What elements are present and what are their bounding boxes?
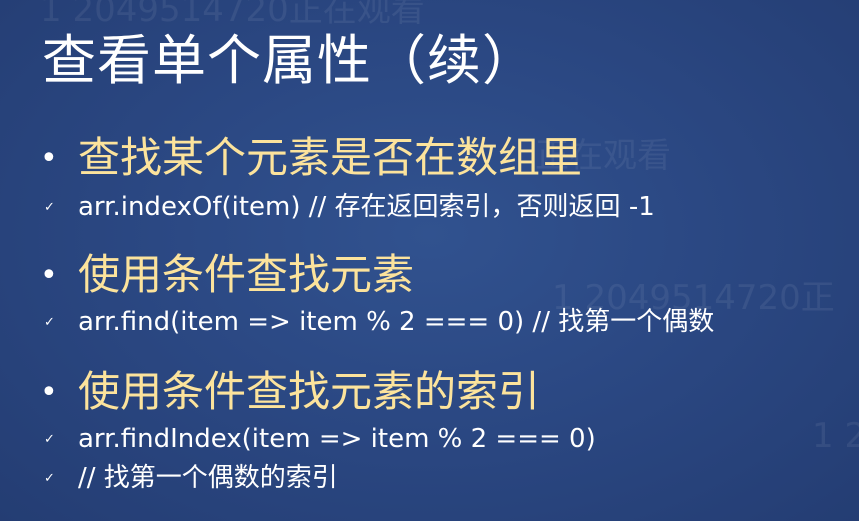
code-comment: // 找第一个偶数的索引 [78,463,338,493]
bullet-item: • 查找某个元素是否在数组里 [40,132,582,184]
sub-item: ✓ arr.find(item => item % 2 === 0) // 找第… [44,305,714,339]
slide-title: 查看单个属性（续） [42,29,537,92]
check-icon: ✓ [44,314,55,330]
bullet-dot-icon: • [40,257,58,293]
check-icon: ✓ [44,470,55,486]
code-line: arr.findIndex(item => item % 2 === 0) [78,424,596,454]
check-icon: ✓ [44,199,55,215]
bullet-text: 查找某个元素是否在数组里 [78,133,583,182]
code-line: arr.indexOf(item) // 存在返回索引，否则返回 -1 [78,192,655,222]
sub-item: ✓ arr.findIndex(item => item % 2 === 0) [44,422,596,456]
bullet-item: • 使用条件查找元素的索引 [40,366,540,418]
code-line: arr.find(item => item % 2 === 0) // 找第一个… [78,307,715,337]
presentation-slide: 1 2049514720正在观看 正在观看 1 2049514720正 1 2 … [0,0,859,521]
bullet-text: 使用条件查找元素 [78,250,415,299]
viewer-count-watermark: 1 2 [812,416,859,456]
bullet-item: • 使用条件查找元素 [40,249,414,301]
check-icon: ✓ [44,431,55,447]
bullet-text: 使用条件查找元素的索引 [78,367,541,416]
sub-item: ✓ // 找第一个偶数的索引 [44,461,338,495]
viewer-count-watermark: 1 2049514720正在观看 [40,0,425,30]
bullet-dot-icon: • [40,374,58,410]
bullet-dot-icon: • [40,140,58,176]
sub-item: ✓ arr.indexOf(item) // 存在返回索引，否则返回 -1 [44,190,655,224]
